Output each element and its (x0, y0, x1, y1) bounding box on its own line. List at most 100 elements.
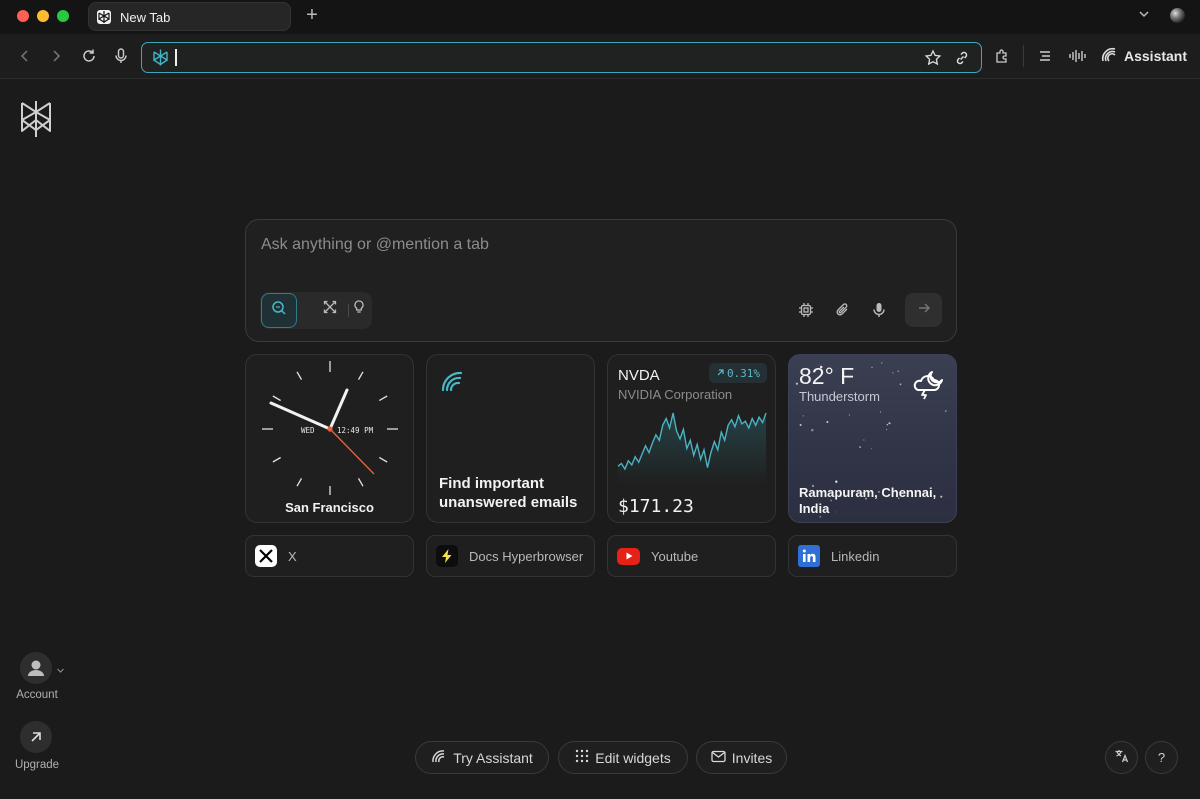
clock-digital-time: 12:49 PM (337, 426, 374, 435)
search-icon (271, 300, 287, 321)
clock-minute-hand (328, 388, 349, 431)
translate-button[interactable] (1105, 741, 1138, 774)
stock-change-value: 0.31% (726, 366, 761, 380)
help-question-mark: ? (1157, 750, 1166, 765)
star (802, 415, 804, 417)
comet-assistant-icon (431, 748, 447, 767)
account-chevron-icon (56, 662, 65, 680)
search-mode-button[interactable] (261, 293, 297, 328)
ask-microphone-icon[interactable] (870, 301, 888, 319)
weather-location: Ramapuram, Chennai, India (799, 485, 937, 516)
stock-ticker: NVDA (618, 367, 660, 384)
zoom-window-button[interactable] (57, 10, 69, 22)
ask-box (245, 219, 957, 342)
star (799, 423, 802, 427)
search-mode-group (260, 292, 372, 329)
ask-input[interactable] (261, 234, 921, 256)
clock-tick (272, 395, 281, 402)
comet-assistant-icon (439, 368, 465, 399)
shortcut-docs-hyperbrowser[interactable]: Docs Hyperbrowser (426, 535, 595, 577)
edit-widgets-button[interactable]: Edit widgets (558, 741, 688, 774)
clock-face: WED 12:49 PM (262, 361, 398, 495)
avatar[interactable] (20, 652, 52, 684)
clock-widget[interactable]: WED 12:49 PM San Francisco (245, 354, 414, 523)
star (848, 414, 850, 416)
perplexity-home-logo-icon[interactable] (18, 99, 54, 139)
shortcut-linkedin[interactable]: Linkedin (788, 535, 957, 577)
tab-list-chevron-icon[interactable] (1136, 6, 1152, 27)
reload-icon[interactable] (80, 47, 98, 65)
clock-tick (272, 456, 281, 463)
star (899, 383, 902, 386)
stock-sparkline (617, 412, 767, 485)
voice-waveform-icon[interactable] (1067, 47, 1086, 65)
title-bar: New Tab + (0, 0, 1200, 34)
star (886, 424, 888, 426)
stock-change-badge: 0.31% (709, 363, 767, 383)
linkedin-icon (798, 545, 820, 567)
bookmark-star-icon[interactable] (924, 49, 942, 72)
clock-day: WED (301, 426, 315, 435)
star (945, 410, 947, 412)
stock-price: $171.23 (618, 496, 694, 517)
weather-widget[interactable]: 82° F Thunderstorm Ramapuram, Chennai, I… (788, 354, 957, 523)
star (881, 362, 883, 364)
envelope-icon (711, 750, 726, 766)
copy-link-icon[interactable] (953, 49, 971, 72)
x-logo-icon (255, 545, 277, 567)
help-button[interactable]: ? (1145, 741, 1178, 774)
model-chip-icon[interactable] (797, 301, 815, 319)
address-bar[interactable] (141, 42, 982, 73)
clock-tick (357, 371, 364, 380)
star (826, 420, 829, 424)
labs-mode-button[interactable] (348, 292, 370, 327)
invites-button[interactable]: Invites (696, 741, 787, 774)
minimize-window-button[interactable] (37, 10, 49, 22)
star (892, 372, 894, 374)
star (886, 429, 888, 431)
email-prompt-text: Find important unanswered emails (439, 475, 578, 511)
extensions-puzzle-icon[interactable] (993, 47, 1011, 65)
shortcut-youtube[interactable]: Youtube (607, 535, 776, 577)
clock-tick (357, 478, 364, 487)
try-assistant-button[interactable]: Try Assistant (415, 741, 549, 774)
star (859, 446, 862, 449)
stock-widget[interactable]: NVDA NVIDIA Corporation 0.31% $171.23 (607, 354, 776, 523)
comet-assistant-icon (1100, 46, 1118, 67)
assistant-label: Assistant (1124, 48, 1188, 64)
star (863, 439, 865, 441)
profile-orb-icon[interactable] (1170, 8, 1185, 23)
stock-company-name: NVIDIA Corporation (618, 387, 733, 402)
lightning-icon (436, 545, 458, 567)
address-input[interactable] (176, 49, 916, 67)
close-window-button[interactable] (17, 10, 29, 22)
microphone-icon[interactable] (112, 47, 130, 65)
perplexity-favicon-icon (97, 10, 111, 24)
research-mode-button[interactable] (312, 292, 348, 327)
tab-title: New Tab (120, 10, 171, 25)
weather-temperature: 82° F (799, 363, 855, 389)
email-widget[interactable]: Find important unanswered emails (426, 354, 595, 523)
star (897, 370, 900, 373)
new-tab-button[interactable]: + (303, 5, 321, 25)
upgrade-label: Upgrade (14, 759, 60, 771)
perplexity-logo-icon (151, 48, 170, 72)
clock-tick (296, 371, 303, 380)
forward-arrow-icon[interactable] (47, 47, 65, 65)
send-button[interactable] (905, 293, 942, 327)
attach-paperclip-icon[interactable] (834, 301, 852, 319)
star (871, 448, 872, 450)
star (811, 428, 814, 432)
clock-tick (379, 456, 388, 463)
assistant-button[interactable]: Assistant (1100, 44, 1187, 68)
toolbar-divider (1023, 45, 1024, 67)
shortcut-x[interactable]: X (245, 535, 414, 577)
tab-new-tab[interactable]: New Tab (88, 2, 291, 31)
star (871, 366, 873, 368)
clock-second-hand (329, 428, 375, 475)
star (879, 411, 882, 413)
back-arrow-icon[interactable] (16, 47, 34, 65)
clock-tick (379, 395, 388, 402)
sidebar-menu-icon[interactable] (1036, 47, 1054, 65)
star (888, 422, 891, 425)
